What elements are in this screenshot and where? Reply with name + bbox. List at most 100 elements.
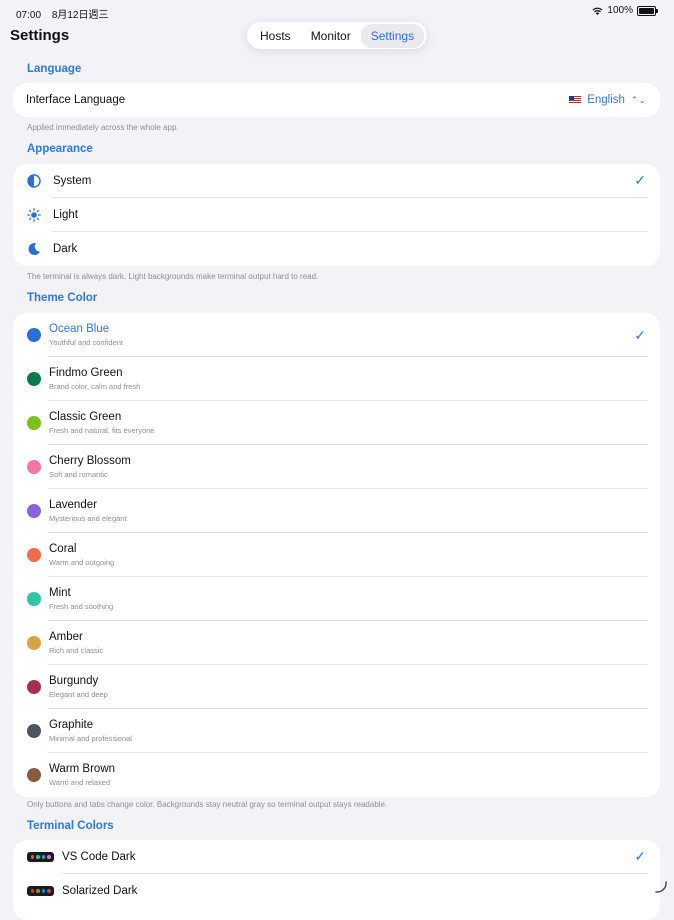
theme-color-desc: Rich and classic bbox=[49, 646, 104, 655]
battery-fill bbox=[639, 7, 654, 14]
terminal-swatch bbox=[36, 889, 40, 893]
interface-language-row[interactable]: Interface Language English ⌃⌄ bbox=[13, 83, 660, 117]
terminal-swatch bbox=[30, 855, 34, 859]
appearance-label-system: System bbox=[53, 175, 92, 187]
terminal-palette-icon bbox=[27, 886, 54, 896]
color-swatch-icon bbox=[27, 372, 41, 386]
terminal-colors-card: VS Code Dark ✓ Solarized Dark bbox=[13, 840, 660, 920]
color-swatch-icon bbox=[27, 416, 41, 430]
theme-color-desc: Brand color, calm and fresh bbox=[49, 382, 141, 391]
theme-color-name: Lavender bbox=[49, 499, 97, 511]
theme-color-row[interactable]: Ocean Blue Youthful and confident ✓ bbox=[13, 313, 660, 357]
terminal-swatch bbox=[41, 855, 45, 859]
status-left: 07:00 8月12日週三 bbox=[16, 6, 117, 21]
tab-settings[interactable]: Settings bbox=[360, 23, 425, 48]
theme-color-name: Classic Green bbox=[49, 411, 122, 423]
theme-color-desc: Mysterious and elegant bbox=[49, 514, 127, 523]
checkmark-icon: ✓ bbox=[634, 172, 646, 188]
appearance-option-light[interactable]: Light bbox=[13, 198, 660, 232]
language-picker[interactable]: English ⌃⌄ bbox=[569, 94, 646, 106]
theme-color-card: Ocean Blue Youthful and confident ✓ Findmo … bbox=[13, 313, 660, 797]
interface-language-label: Interface Language bbox=[26, 94, 126, 106]
theme-color-desc: Warm and outgoing bbox=[49, 558, 115, 567]
color-swatch-icon bbox=[27, 680, 41, 694]
color-swatch-icon bbox=[27, 504, 41, 518]
theme-color-row[interactable]: Mint Fresh and soothing bbox=[13, 577, 660, 621]
language-section-title: Language bbox=[27, 63, 82, 75]
checkmark-icon: ✓ bbox=[634, 327, 646, 343]
theme-color-name: Warm Brown bbox=[49, 763, 116, 775]
theme-color-row[interactable]: Burgundy Elegant and deep bbox=[13, 665, 660, 709]
appearance-note: The terminal is always dark. Light backg… bbox=[27, 272, 319, 281]
loading-spinner-icon bbox=[655, 881, 667, 893]
tab-hosts[interactable]: Hosts bbox=[250, 24, 301, 48]
color-swatch-icon bbox=[27, 592, 41, 606]
terminal-swatch bbox=[47, 855, 51, 859]
appearance-label-dark: Dark bbox=[53, 243, 78, 255]
half-circle-icon bbox=[27, 174, 41, 188]
terminal-swatch bbox=[30, 889, 34, 893]
theme-color-name: Burgundy bbox=[49, 675, 99, 687]
color-swatch-icon bbox=[27, 548, 41, 562]
theme-color-desc: Elegant and deep bbox=[49, 690, 108, 699]
status-right: 100% bbox=[592, 5, 658, 16]
battery-percent: 100% bbox=[607, 5, 633, 16]
chevron-up-down-icon: ⌃⌄ bbox=[630, 94, 646, 105]
theme-note: Only buttons and tabs change color. Back… bbox=[27, 800, 388, 809]
appearance-label-light: Light bbox=[53, 209, 78, 221]
theme-color-name: Mint bbox=[49, 587, 71, 599]
theme-color-name: Ocean Blue bbox=[49, 323, 110, 335]
page-title: Settings bbox=[10, 27, 70, 44]
terminal-section-title: Terminal Colors bbox=[27, 820, 114, 832]
terminal-palette-icon bbox=[27, 852, 54, 862]
language-note: Applied immediately across the whole app… bbox=[27, 123, 179, 132]
sun-icon bbox=[27, 208, 41, 222]
appearance-option-dark[interactable]: Dark bbox=[13, 232, 660, 266]
color-swatch-icon bbox=[27, 460, 41, 474]
theme-color-row[interactable]: Graphite Minimal and professional bbox=[13, 709, 660, 753]
theme-color-row[interactable]: Amber Rich and classic bbox=[13, 621, 660, 665]
terminal-scheme-row[interactable]: VS Code Dark ✓ bbox=[13, 840, 660, 874]
tab-monitor[interactable]: Monitor bbox=[301, 24, 361, 48]
battery-icon bbox=[637, 5, 658, 16]
theme-color-name: Graphite bbox=[49, 719, 94, 731]
terminal-scheme-name: VS Code Dark bbox=[62, 851, 136, 863]
color-swatch-icon bbox=[27, 636, 41, 650]
color-swatch-icon bbox=[27, 328, 41, 342]
appearance-card: System ✓ Light Dark bbox=[13, 164, 660, 266]
theme-color-name: Coral bbox=[49, 543, 77, 555]
theme-color-row[interactable]: Coral Warm and outgoing bbox=[13, 533, 660, 577]
status-date: 8月12日週三 bbox=[51, 10, 109, 21]
theme-color-row[interactable]: Warm Brown Warm and relaxed bbox=[13, 753, 660, 797]
terminal-swatch bbox=[47, 889, 51, 893]
theme-color-desc: Fresh and soothing bbox=[49, 602, 114, 611]
terminal-scheme-name: Solarized Dark bbox=[62, 885, 138, 897]
theme-color-desc: Youthful and confident bbox=[49, 338, 123, 347]
terminal-swatch bbox=[41, 889, 45, 893]
color-swatch-icon bbox=[27, 768, 41, 782]
appearance-section-title: Appearance bbox=[27, 143, 93, 155]
theme-color-desc: Minimal and professional bbox=[49, 734, 132, 743]
status-bar: 07:00 8月12日週三 100% bbox=[0, 0, 674, 22]
wifi-icon bbox=[592, 7, 603, 15]
terminal-scheme-row[interactable]: Solarized Dark bbox=[13, 874, 660, 908]
status-time: 07:00 bbox=[16, 10, 42, 21]
theme-color-name: Amber bbox=[49, 631, 83, 643]
theme-color-name: Findmo Green bbox=[49, 367, 123, 379]
checkmark-icon: ✓ bbox=[634, 848, 646, 864]
theme-color-row[interactable]: Lavender Mysterious and elegant bbox=[13, 489, 660, 533]
appearance-option-system[interactable]: System ✓ bbox=[13, 164, 660, 198]
language-card: Interface Language English ⌃⌄ bbox=[13, 83, 660, 117]
tab-bar: Hosts Monitor Settings bbox=[247, 22, 428, 49]
theme-color-desc: Fresh and natural, fits everyone bbox=[49, 426, 155, 435]
theme-color-desc: Soft and romantic bbox=[49, 470, 108, 479]
theme-color-desc: Warm and relaxed bbox=[49, 778, 110, 787]
theme-color-row[interactable]: Findmo Green Brand color, calm and fresh bbox=[13, 357, 660, 401]
theme-color-name: Cherry Blossom bbox=[49, 455, 131, 467]
theme-color-row[interactable]: Cherry Blossom Soft and romantic bbox=[13, 445, 660, 489]
terminal-swatch bbox=[36, 855, 40, 859]
moon-icon bbox=[28, 243, 40, 256]
theme-color-row[interactable]: Classic Green Fresh and natural, fits eve… bbox=[13, 401, 660, 445]
us-flag-icon bbox=[569, 96, 582, 104]
theme-section-title: Theme Color bbox=[27, 292, 98, 304]
